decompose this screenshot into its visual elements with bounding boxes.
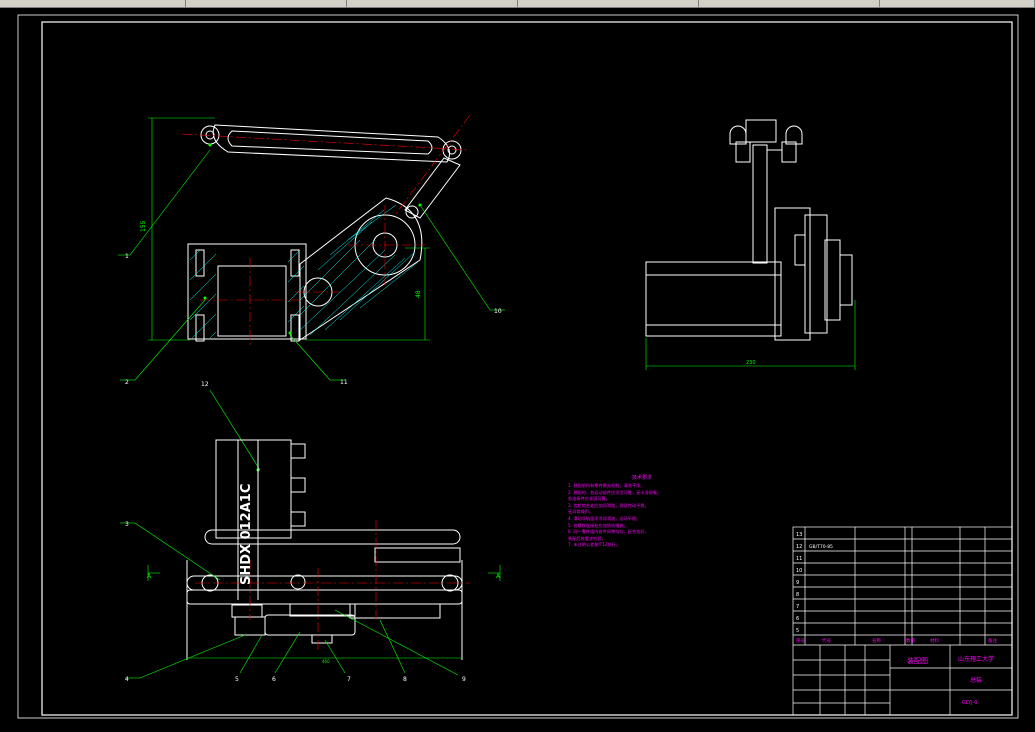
tb-drawing-title: 装配图 [907,656,928,665]
callout-10: 10 [494,308,502,315]
leader-dot [418,203,422,207]
dim-label: 460 [322,659,330,664]
part-label: SHDX 012A1C [239,484,254,585]
callout-2: 2 [125,379,129,386]
callout-6: 6 [272,676,276,683]
tb-title-right: 总装 [970,676,982,684]
tb-row-number: 11 [796,556,802,562]
tb-header-cell: 代号 [822,637,831,644]
tb-school: 山东理工大学 [958,655,994,663]
tb-row-number: 9 [796,580,799,586]
callout-4: 4 [125,676,129,683]
tb-drawing-no: GLYJ-0 [962,700,977,706]
toolbar-segment[interactable] [0,0,186,7]
tb-row-number: 12 [796,544,802,550]
tb-std-part: GB/T70-85 [809,544,833,550]
cad-drawing-canvas[interactable]: 155 48 1 2 10 11 12 230 3 4 5 6 7 8 9 46… [0,8,1035,728]
toolbar-segment[interactable] [699,0,880,7]
callout-8: 8 [403,676,407,683]
sheet-border [17,14,1019,719]
tb-header-cell: 序号 [796,637,805,644]
technical-notes: 1. 装配前所有零件需去毛刺，清洗干净。 2. 装配时，各运动部件应灵活可靠，无… [568,483,724,549]
toolbar-segment[interactable] [880,0,1035,7]
callout-11: 11 [340,379,348,386]
dim-label: 48 [415,290,422,298]
note-line: 无异常噪声。 [568,509,594,515]
note-line: 5. 各螺纹连接处应加防松措施。 [568,522,628,528]
technical-notes-title: 技术要求 [631,475,652,481]
tb-row-number: 10 [796,568,802,574]
tb-row-number: 7 [796,604,799,610]
leader-dot [203,296,207,300]
tb-row-number: 5 [796,628,799,634]
toolbar-segment[interactable] [186,0,347,7]
tb-header-cell: 数量 [906,637,915,644]
front-view-center-lines [195,520,470,650]
callout-12: 12 [201,381,209,388]
leader-dot [208,143,212,147]
front-view-dimensions [120,522,501,679]
title-block [792,526,1013,716]
tb-row-number: 13 [796,532,802,538]
dim-label: 155 [140,220,147,232]
top-view-hatch [189,204,419,339]
note-line: 2. 装配时，各运动部件应灵活可靠，无卡滞现象。 [568,489,662,495]
note-line: 装配后按要求检验。 [568,535,606,541]
callout-1: 1 [125,253,129,260]
note-line: 各连接件应紧固可靠。 [568,496,610,502]
note-line: 7. 未注明公差按IT12执行。 [568,542,621,548]
callout-3: 3 [125,521,129,528]
top-view-dimensions [118,117,505,471]
note-line: 3. 齿轮啮合处应加润滑脂，保证传动平稳， [568,502,649,508]
top-view [187,124,462,342]
note-line: 1. 装配前所有零件需去毛刺，清洗干净。 [568,483,645,488]
tb-header-cell: 备注 [988,637,997,644]
callout-7: 7 [347,676,351,683]
tb-row-number: 8 [796,592,799,598]
tb-header-cell: 材料 [930,637,939,644]
leader-dot [288,331,292,335]
toolbar-segment[interactable] [518,0,699,7]
dim-label: 230 [746,360,756,366]
application-toolbar [0,0,1035,8]
section-marker-left: A [147,573,152,580]
note-line: 4. 滑动导轨面须涂润滑油，运动平稳。 [568,515,641,521]
tb-row-number: 6 [796,616,799,622]
callout-9: 9 [462,676,466,683]
toolbar-segment[interactable] [347,0,518,7]
side-view [645,119,853,341]
tb-header-cell: 名称 [872,637,881,644]
front-view [186,439,463,660]
callout-5: 5 [235,676,239,683]
note-line: 6. 同一零件组内各件间隙均匀，配合良好， [568,529,649,535]
